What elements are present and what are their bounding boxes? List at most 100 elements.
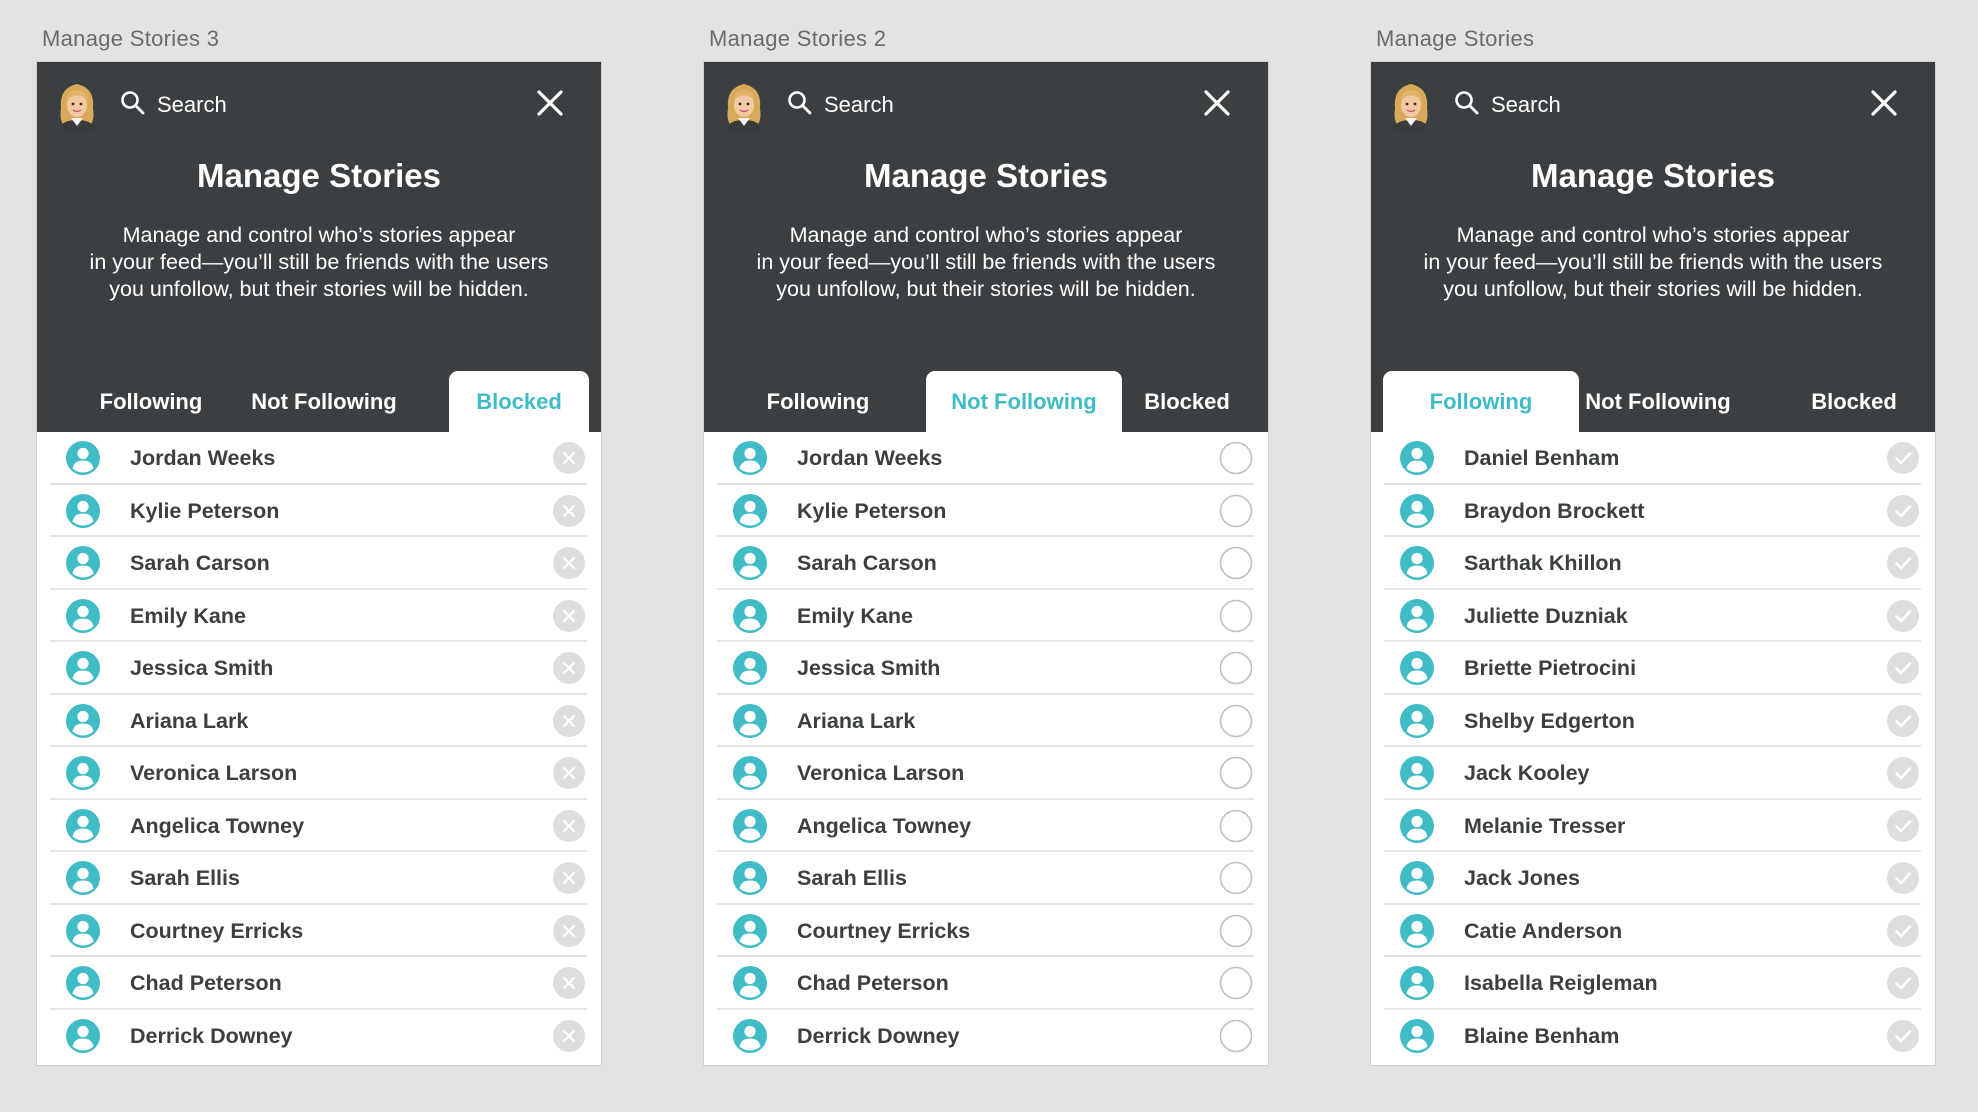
user-name: Derrick Downey xyxy=(130,1023,293,1048)
checkmark-icon[interactable] xyxy=(1886,651,1920,685)
unblock-x-icon[interactable] xyxy=(552,1019,586,1053)
list-item[interactable]: Jack Jones xyxy=(1384,852,1921,905)
close-icon[interactable] xyxy=(1202,88,1232,118)
list-item[interactable]: Isabella Reigleman xyxy=(1384,957,1921,1010)
search-label[interactable]: Search xyxy=(824,92,894,118)
empty-circle-icon[interactable] xyxy=(1219,756,1253,790)
user-avatar-icon xyxy=(733,861,767,895)
search-label[interactable]: Search xyxy=(1491,92,1561,118)
checkmark-icon[interactable] xyxy=(1886,966,1920,1000)
unblock-x-icon[interactable] xyxy=(552,966,586,1000)
tab-blocked[interactable]: Blocked xyxy=(449,371,589,432)
close-icon[interactable] xyxy=(535,88,565,118)
empty-circle-icon[interactable] xyxy=(1219,861,1253,895)
list-item[interactable]: Courtney Erricks xyxy=(50,905,587,957)
list-item[interactable]: Derrick Downey xyxy=(717,1010,1254,1063)
list-item[interactable]: Veronica Larson xyxy=(50,747,587,800)
tab-following[interactable]: Following xyxy=(65,371,237,432)
list-item[interactable]: Shelby Edgerton xyxy=(1384,695,1921,747)
list-item[interactable]: Ariana Lark xyxy=(50,695,587,747)
list-item[interactable]: Jack Kooley xyxy=(1384,747,1921,800)
empty-circle-icon[interactable] xyxy=(1219,546,1253,580)
list-item[interactable]: Emily Kane xyxy=(717,590,1254,642)
list-item[interactable]: Emily Kane xyxy=(50,590,587,642)
checkmark-icon[interactable] xyxy=(1886,546,1920,580)
checkmark-icon[interactable] xyxy=(1886,704,1920,738)
avatar[interactable] xyxy=(722,78,766,130)
list-item[interactable]: Jordan Weeks xyxy=(50,432,587,485)
unblock-x-icon[interactable] xyxy=(552,599,586,633)
list-item[interactable]: Briette Pietrocini xyxy=(1384,642,1921,695)
list-item[interactable]: Blaine Benham xyxy=(1384,1010,1921,1063)
user-name: Isabella Reigleman xyxy=(1464,971,1658,995)
search-label[interactable]: Search xyxy=(157,92,227,118)
empty-circle-icon[interactable] xyxy=(1219,809,1253,843)
list-item[interactable]: Chad Peterson xyxy=(50,957,587,1010)
list-item[interactable]: Sarah Carson xyxy=(50,537,587,590)
unblock-x-icon[interactable] xyxy=(552,914,586,948)
search-icon[interactable] xyxy=(787,90,813,116)
list-item[interactable]: Chad Peterson xyxy=(717,957,1254,1010)
list-item[interactable]: Daniel Benham xyxy=(1384,432,1921,485)
unblock-x-icon[interactable] xyxy=(552,704,586,738)
checkmark-icon[interactable] xyxy=(1886,756,1920,790)
search-icon[interactable] xyxy=(120,90,146,116)
checkmark-icon[interactable] xyxy=(1886,494,1920,528)
unblock-x-icon[interactable] xyxy=(552,651,586,685)
list-item[interactable]: Jessica Smith xyxy=(717,642,1254,695)
empty-circle-icon[interactable] xyxy=(1219,599,1253,633)
list-item[interactable]: Kylie Peterson xyxy=(717,485,1254,537)
list-item[interactable]: Veronica Larson xyxy=(717,747,1254,800)
empty-circle-icon[interactable] xyxy=(1219,441,1253,475)
list-item[interactable]: Melanie Tresser xyxy=(1384,800,1921,852)
tab-not-following[interactable]: Not Following xyxy=(1571,371,1745,432)
checkmark-icon[interactable] xyxy=(1886,1019,1920,1053)
unblock-x-icon[interactable] xyxy=(552,861,586,895)
close-icon[interactable] xyxy=(1869,88,1899,118)
unblock-x-icon[interactable] xyxy=(552,546,586,580)
list-item[interactable]: Jordan Weeks xyxy=(717,432,1254,485)
checkmark-icon[interactable] xyxy=(1886,599,1920,633)
unblock-x-icon[interactable] xyxy=(552,809,586,843)
list-item[interactable]: Sarthak Khillon xyxy=(1384,537,1921,590)
empty-circle-icon[interactable] xyxy=(1219,651,1253,685)
user-name: Braydon Brockett xyxy=(1464,498,1645,523)
unblock-x-icon[interactable] xyxy=(552,494,586,528)
list-item[interactable]: Courtney Erricks xyxy=(717,905,1254,957)
list-item[interactable]: Jessica Smith xyxy=(50,642,587,695)
empty-circle-icon[interactable] xyxy=(1219,494,1253,528)
tab-following[interactable]: Following xyxy=(1383,371,1579,432)
tab-blocked[interactable]: Blocked xyxy=(1778,371,1930,432)
avatar[interactable] xyxy=(1389,78,1433,130)
unblock-x-icon[interactable] xyxy=(552,441,586,475)
phone-screen: Search Manage Stories Manage and control w… xyxy=(1371,62,1935,1065)
checkmark-icon[interactable] xyxy=(1886,914,1920,948)
list-item[interactable]: Braydon Brockett xyxy=(1384,485,1921,537)
empty-circle-icon[interactable] xyxy=(1219,1019,1253,1053)
page-title: Manage Stories xyxy=(864,157,1108,194)
tab-blocked[interactable]: Blocked xyxy=(1111,371,1263,432)
list-item[interactable]: Catie Anderson xyxy=(1384,905,1921,957)
list-item[interactable]: Sarah Carson xyxy=(717,537,1254,590)
empty-circle-icon[interactable] xyxy=(1219,704,1253,738)
list-item[interactable]: Ariana Lark xyxy=(717,695,1254,747)
unblock-x-icon[interactable] xyxy=(552,756,586,790)
list-item[interactable]: Sarah Ellis xyxy=(50,852,587,905)
user-avatar-icon xyxy=(1400,861,1434,895)
list-item[interactable]: Sarah Ellis xyxy=(717,852,1254,905)
list-item[interactable]: Juliette Duzniak xyxy=(1384,590,1921,642)
empty-circle-icon[interactable] xyxy=(1219,914,1253,948)
checkmark-icon[interactable] xyxy=(1886,441,1920,475)
list-item[interactable]: Angelica Towney xyxy=(50,800,587,852)
tab-not-following[interactable]: Not Following xyxy=(926,371,1122,432)
tab-not-following[interactable]: Not Following xyxy=(237,371,411,432)
search-icon[interactable] xyxy=(1454,90,1480,116)
empty-circle-icon[interactable] xyxy=(1219,966,1253,1000)
tab-following[interactable]: Following xyxy=(732,371,904,432)
list-item[interactable]: Kylie Peterson xyxy=(50,485,587,537)
checkmark-icon[interactable] xyxy=(1886,809,1920,843)
checkmark-icon[interactable] xyxy=(1886,861,1920,895)
list-item[interactable]: Derrick Downey xyxy=(50,1010,587,1063)
avatar[interactable] xyxy=(55,78,99,130)
list-item[interactable]: Angelica Towney xyxy=(717,800,1254,852)
